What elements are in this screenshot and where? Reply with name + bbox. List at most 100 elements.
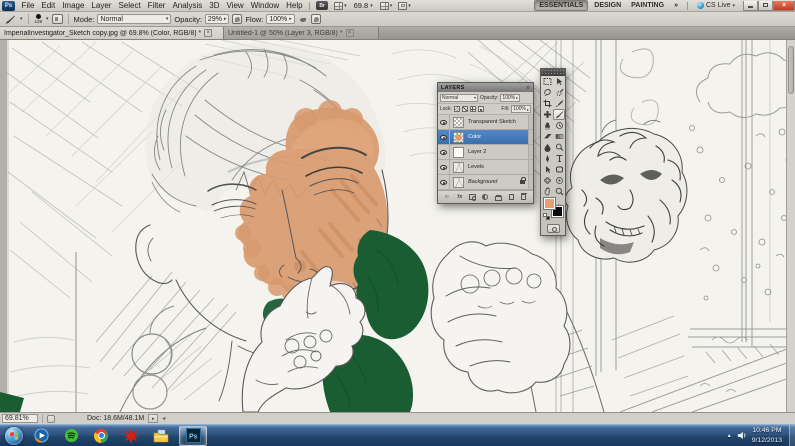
adobe-drive-icon[interactable] — [47, 414, 55, 423]
tool-spot-healing-brush[interactable] — [541, 109, 553, 120]
tool-path-selection[interactable] — [541, 164, 553, 175]
layer-opacity-field[interactable]: 100% ▸ — [500, 93, 521, 102]
scrollbar-thumb[interactable] — [788, 46, 794, 94]
menu-edit[interactable]: Edit — [38, 0, 59, 12]
tool-clone-stamp[interactable] — [541, 120, 553, 131]
tool-preset-picker[interactable] — [4, 14, 17, 25]
lock-all-icon[interactable] — [477, 106, 484, 112]
taskbar-spotify[interactable] — [59, 426, 83, 446]
volume-icon[interactable] — [736, 430, 747, 441]
layer-thumbnail[interactable] — [453, 131, 464, 143]
layer-row-layer-2[interactable]: Layer 2 — [438, 145, 533, 160]
menu-view[interactable]: View — [223, 0, 247, 12]
tool-lasso[interactable] — [541, 87, 553, 98]
lock-position-icon[interactable] — [469, 106, 476, 112]
taskbar-explorer[interactable] — [149, 426, 173, 446]
workspace-essentials[interactable]: ESSENTIALS — [534, 0, 589, 11]
screen-mode-button[interactable]: ▾ — [398, 1, 411, 10]
tool-eyedropper[interactable] — [553, 98, 565, 109]
layer-visibility-toggle[interactable] — [438, 115, 450, 129]
workspace-overflow-chevron[interactable]: » — [670, 1, 682, 10]
show-desktop-button[interactable] — [789, 424, 795, 446]
layer-visibility-toggle[interactable] — [438, 130, 450, 144]
layer-fill-field[interactable]: 100% ▸ — [511, 105, 531, 113]
minimize-button[interactable] — [743, 0, 758, 11]
layer-thumbnail[interactable] — [453, 161, 464, 173]
layer-visibility-toggle[interactable] — [438, 145, 450, 159]
tools-panel-grip[interactable] — [541, 69, 565, 76]
cs-live-button[interactable]: CS Live ▾ — [696, 2, 735, 9]
layer-thumbnail[interactable] — [453, 116, 464, 128]
layer-thumbnail[interactable] — [453, 146, 464, 158]
link-layers-icon[interactable]: ∞ — [443, 193, 451, 201]
start-button[interactable] — [5, 426, 23, 445]
tool-history-brush[interactable] — [553, 120, 565, 131]
layer-visibility-toggle[interactable] — [438, 175, 450, 189]
taskbar-photoshop[interactable]: Ps — [179, 425, 207, 446]
foreground-color-swatch[interactable] — [543, 197, 556, 210]
add-layer-mask-icon[interactable] — [469, 194, 477, 201]
blend-mode-select[interactable]: Normal ▾ — [97, 14, 172, 24]
layer-row-transparent-sketch[interactable]: Transparent Sketch — [438, 115, 533, 130]
airbrush-toggle-button[interactable] — [298, 14, 308, 24]
layer-row-background[interactable]: Background — [438, 175, 533, 190]
menu-3d[interactable]: 3D — [206, 0, 223, 12]
menu-analysis[interactable]: Analysis — [169, 0, 206, 12]
close-tab-icon[interactable]: × — [345, 29, 354, 37]
layer-row-color[interactable]: Color — [438, 130, 533, 145]
canvas[interactable] — [0, 40, 795, 412]
tool-blur[interactable] — [541, 142, 553, 153]
layer-thumbnail[interactable] — [453, 176, 464, 188]
workspace-design[interactable]: DESIGN — [590, 1, 625, 10]
tool-move[interactable] — [553, 76, 565, 87]
layers-scrollbar[interactable] — [528, 175, 533, 189]
tool-eraser[interactable] — [541, 131, 553, 142]
brush-preset-picker[interactable]: 129 — [34, 13, 44, 25]
default-colors-icon[interactable] — [543, 213, 550, 220]
toggle-brush-panel-button[interactable] — [51, 14, 63, 24]
menu-window[interactable]: Window — [247, 0, 282, 12]
taskbar-clock[interactable]: 10:46 PM 9/12/2013 — [752, 426, 782, 444]
tool-type[interactable] — [553, 153, 565, 164]
view-extras-button[interactable]: ▾ — [334, 1, 347, 10]
lock-transparency-icon[interactable] — [453, 106, 460, 112]
tool-crop[interactable] — [541, 98, 553, 109]
canvas-vertical-scrollbar[interactable] — [786, 40, 795, 412]
workspace-painting[interactable]: PAINTING — [627, 1, 668, 10]
panel-menu-icon[interactable]: ≡ — [526, 85, 530, 91]
launch-bridge-button[interactable]: Br — [316, 1, 329, 10]
tool-hand[interactable] — [541, 186, 553, 197]
photoshop-logo[interactable]: Ps — [2, 0, 15, 11]
menu-file[interactable]: File — [18, 0, 38, 12]
taskbar-chrome[interactable] — [89, 426, 113, 446]
menu-help[interactable]: Help — [283, 0, 306, 12]
new-adjustment-layer-icon[interactable] — [482, 194, 489, 200]
tool-rectangular-marquee[interactable] — [541, 76, 553, 87]
taskbar-media-player[interactable] — [29, 426, 53, 446]
menu-layer[interactable]: Layer — [88, 0, 115, 12]
menu-select[interactable]: Select — [115, 0, 144, 12]
quick-mask-button[interactable] — [546, 223, 560, 233]
layer-blend-mode-select[interactable]: Normal ▾ — [440, 93, 478, 102]
maximize-button[interactable] — [758, 0, 773, 11]
layer-style-icon[interactable]: fx — [456, 193, 464, 201]
scroll-left-icon[interactable]: ◂ — [162, 415, 165, 422]
tool-pen[interactable] — [541, 153, 553, 164]
layers-panel-header[interactable]: LAYERS ≡ — [438, 83, 533, 92]
layers-scrollbar[interactable] — [528, 130, 533, 144]
layer-row-levels[interactable]: Levels — [438, 160, 533, 175]
tool-shape[interactable] — [553, 164, 565, 175]
status-zoom-field[interactable]: 69.81% — [2, 414, 38, 423]
close-tab-icon[interactable]: × — [204, 29, 213, 37]
layer-visibility-toggle[interactable] — [438, 160, 450, 174]
tool-quick-selection[interactable] — [553, 87, 565, 98]
delete-layer-icon[interactable] — [520, 193, 527, 200]
document-tab-inactive[interactable]: Untitled-1 @ 50% (Layer 3, RGB/8) * × — [224, 27, 379, 39]
tool-zoom[interactable] — [553, 186, 565, 197]
tool-dodge[interactable] — [553, 142, 565, 153]
tablet-size-pressure-button[interactable] — [310, 14, 321, 24]
new-group-icon[interactable] — [494, 194, 502, 201]
flow-field[interactable]: 100% ▸ — [266, 14, 295, 24]
opacity-field[interactable]: 29% ▸ — [204, 14, 230, 24]
tool-3d-object-rotate[interactable] — [541, 175, 553, 186]
